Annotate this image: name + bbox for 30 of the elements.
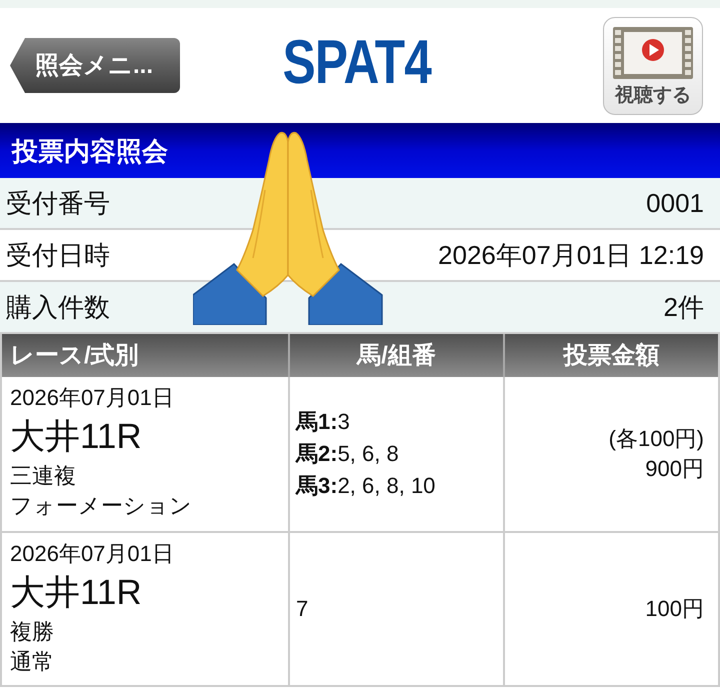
column-header: 投票金額 xyxy=(564,344,660,368)
bet-type: 三連複 xyxy=(10,462,76,490)
summary-value: 2026年07月01日 12:19 xyxy=(438,242,704,268)
bet-amount: (各100円) xyxy=(608,425,704,453)
bet-amount: 900円 xyxy=(645,455,704,483)
column-header: 馬/組番 xyxy=(357,344,436,368)
summary-label: 受付日時 xyxy=(6,242,110,268)
horse-combination: 馬2:5, 6, 8 xyxy=(296,440,399,468)
praying-hands-icon xyxy=(193,130,385,325)
horse-combination: 7 xyxy=(296,595,308,623)
summary-label: 受付番号 xyxy=(6,190,110,216)
section-title: 投票内容照会 xyxy=(12,138,168,164)
summary-value: 2件 xyxy=(664,294,704,320)
summary-value: 0001 xyxy=(646,190,704,216)
race-date: 2026年07月01日 xyxy=(10,540,174,568)
watch-video-button[interactable]: 視聴する xyxy=(603,16,703,114)
film-play-icon xyxy=(611,26,695,80)
summary-label: 購入件数 xyxy=(6,294,110,320)
column-header: レース/式別 xyxy=(10,344,139,368)
bet-type: 複勝 xyxy=(10,618,54,646)
back-button[interactable]: 照会メニ... xyxy=(10,38,180,93)
race-name: 大井11R xyxy=(10,572,142,614)
horse-combination: 馬1:3 xyxy=(296,408,350,436)
bet-method: フォーメーション xyxy=(10,492,192,520)
bet-method: 通常 xyxy=(10,648,54,676)
race-date: 2026年07月01日 xyxy=(10,384,174,412)
logo: SPAT4 xyxy=(282,32,431,94)
horse-combination: 馬3:2, 6, 8, 10 xyxy=(296,472,436,500)
bet-amount: 100円 xyxy=(645,595,704,623)
race-name: 大井11R xyxy=(10,416,142,458)
